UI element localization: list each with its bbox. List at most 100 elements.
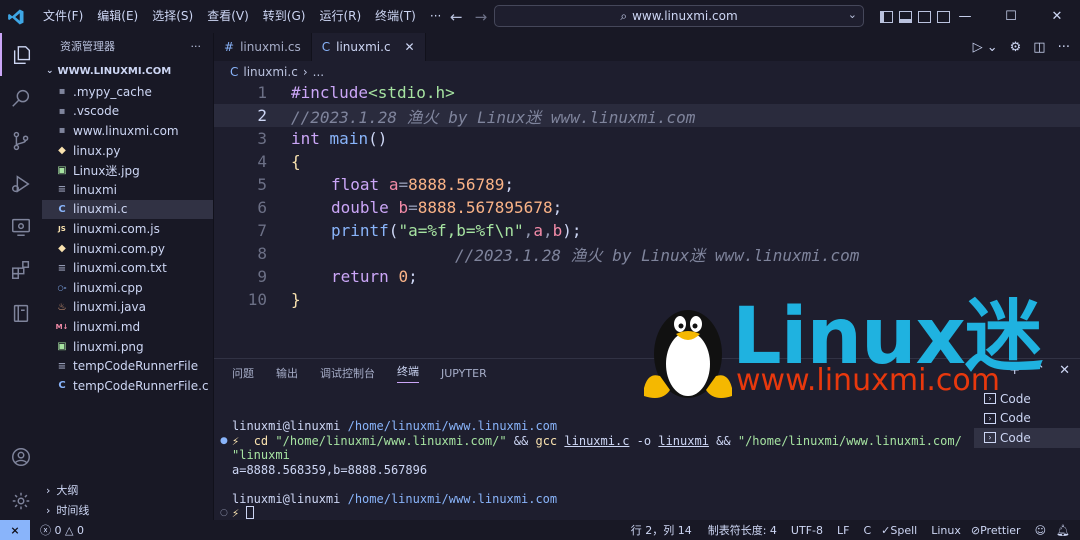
tab-terminal[interactable]: 终端: [397, 363, 419, 383]
terminal-user: linuxmi@linuxmi: [232, 491, 341, 506]
problems-status[interactable]: ⓧ 0 △ 0: [40, 522, 84, 538]
tab-size[interactable]: 制表符长度: 4: [708, 522, 777, 538]
split-editor-icon[interactable]: ◫: [1033, 40, 1045, 55]
menu-edit[interactable]: 编辑(E): [90, 0, 145, 33]
end-of-line[interactable]: LF: [837, 524, 849, 537]
code-token: (: [388, 221, 399, 240]
file-tree-item[interactable]: M↓ linuxmi.md: [42, 317, 213, 337]
tab-linuxmi-c[interactable]: C linuxmi.c ✕: [311, 33, 426, 61]
toggle-sidebar-icon[interactable]: [880, 10, 893, 23]
close-tab-icon[interactable]: ✕: [405, 40, 415, 54]
tab-problems[interactable]: 问题: [232, 365, 254, 381]
tab-linuxmi-cs[interactable]: # linuxmi.cs: [214, 33, 312, 61]
file-tree-item[interactable]: ◆ linux.py: [42, 141, 213, 161]
file-tree-item[interactable]: CtempCodeRunnerFile.c: [42, 376, 213, 396]
menu-go[interactable]: 转到(G): [256, 0, 313, 33]
menu-file[interactable]: 文件(F): [36, 0, 90, 33]
file-tree-item[interactable]: ○- linuxmi.cpp: [42, 278, 213, 298]
run-debug-icon[interactable]: [0, 162, 42, 205]
notifications-bell-icon[interactable]: 🔔︎: [1056, 524, 1070, 537]
linuxmi-watermark: Linux迷 www.linuxmi.com: [640, 292, 1080, 412]
code-token: }: [291, 290, 301, 309]
accounts-icon[interactable]: [0, 435, 42, 478]
spell-check[interactable]: ✓Spell: [881, 524, 917, 537]
terminal-cmd: gcc: [535, 433, 558, 448]
file-tree-item[interactable]: ▪ .vscode: [42, 102, 213, 122]
feedback-icon[interactable]: ☺: [1035, 524, 1046, 537]
more-actions-icon[interactable]: ···: [191, 40, 202, 53]
file-tree-item[interactable]: ▣ linuxmi.png: [42, 337, 213, 357]
file-tree-item[interactable]: JS linuxmi.com.js: [42, 219, 213, 239]
layout-controls: [880, 0, 950, 33]
code-line: 8 //2023.1.28 渔火 by Linux迷 www.linuxmi.co…: [214, 242, 1080, 265]
timeline-section[interactable]: › 时间线: [42, 500, 214, 520]
code-line: 3 int main(): [214, 127, 1080, 150]
terminal-list-item-active[interactable]: › Code: [974, 428, 1080, 448]
terminal-output[interactable]: linuxmi@linuxmi /home/linuxmi/www.linuxm…: [232, 419, 962, 521]
menu-selection[interactable]: 选择(S): [145, 0, 200, 33]
file-tree-item[interactable]: ▣ Linux迷.jpg: [42, 160, 213, 180]
code-line: 1 #include<stdio.h>: [214, 81, 1080, 104]
menu-view[interactable]: 查看(V): [200, 0, 256, 33]
breadcrumb-more[interactable]: ...: [313, 65, 324, 79]
prompt-bolt-icon: ⚡: [232, 506, 240, 520]
terminal-cmd: cd: [253, 433, 269, 448]
command-center-search[interactable]: ⌕ www.linuxmi.com ⌄: [494, 5, 864, 27]
command-status-dot-icon: ●: [220, 436, 228, 446]
terminal-icon: ›: [984, 412, 996, 424]
menu-run[interactable]: 运行(R): [312, 0, 368, 33]
chevron-right-icon: ›: [46, 503, 51, 517]
cursor-position[interactable]: 行 2，列 14: [631, 522, 692, 538]
notebook-icon[interactable]: [0, 291, 42, 334]
tab-jupyter[interactable]: JUPYTER: [441, 367, 487, 380]
warning-count: 0: [76, 524, 84, 537]
file-tree-item[interactable]: ≡ linuxmi: [42, 180, 213, 200]
run-code-icon[interactable]: ▷ ⌄: [973, 40, 998, 55]
file-tree-item[interactable]: Clinuxmi.c: [42, 199, 213, 220]
menu-terminal[interactable]: 终端(T): [368, 0, 423, 33]
tab-output[interactable]: 输出: [276, 365, 298, 381]
toggle-panel-icon[interactable]: [899, 10, 912, 23]
workspace-folder[interactable]: ⌄ WWW.LINUXMI.COM: [42, 60, 213, 82]
outline-section[interactable]: › 大纲: [42, 480, 214, 500]
remote-indicator-icon[interactable]: ⨯: [0, 520, 30, 540]
prettier-status[interactable]: ⊘Prettier: [971, 524, 1021, 537]
source-control-icon[interactable]: [0, 119, 42, 162]
back-arrow-icon[interactable]: ←: [450, 8, 463, 26]
file-tree-item[interactable]: ▪ www.linuxmi.com: [42, 121, 213, 141]
code-token: );: [562, 221, 582, 240]
menu-more[interactable]: ···: [423, 0, 448, 33]
extensions-icon[interactable]: [0, 248, 42, 291]
os-status[interactable]: Linux: [931, 524, 961, 537]
toggle-secondary-sidebar-icon[interactable]: [918, 10, 931, 23]
file-tree-label: .vscode: [73, 104, 120, 119]
forward-arrow-icon[interactable]: →: [475, 8, 488, 26]
maximize-icon[interactable]: ☐: [988, 0, 1034, 33]
line-number: 3: [257, 129, 267, 148]
settings-gear-icon[interactable]: ⚙: [1010, 40, 1022, 55]
language-mode[interactable]: C: [863, 524, 871, 537]
file-tree-item[interactable]: ▪ .mypy_cache: [42, 82, 213, 102]
tab-label: linuxmi.c: [336, 40, 391, 54]
file-icon: ≡: [57, 360, 67, 372]
tab-debug-console[interactable]: 调试控制台: [320, 365, 375, 381]
code-line: 7 printf("a=%f,b=%f\n",a,b);: [214, 219, 1080, 242]
explorer-icon[interactable]: [0, 33, 42, 76]
window-controls: — ☐ ✕: [942, 0, 1080, 33]
manage-gear-icon[interactable]: [0, 479, 42, 522]
search-sidebar-icon[interactable]: [0, 76, 42, 119]
file-tree-item[interactable]: ≡ tempCodeRunnerFile: [42, 356, 213, 376]
more-actions-icon[interactable]: ···: [1058, 40, 1070, 55]
close-window-icon[interactable]: ✕: [1034, 0, 1080, 33]
encoding[interactable]: UTF-8: [791, 524, 823, 537]
file-tree-item[interactable]: ≡ linuxmi.com.txt: [42, 258, 213, 278]
chevron-down-icon[interactable]: ⌄: [848, 8, 857, 21]
minimize-icon[interactable]: —: [942, 0, 988, 33]
title-bar: 文件(F) 编辑(E) 选择(S) 查看(V) 转到(G) 运行(R) 终端(T…: [0, 0, 1080, 33]
code-token: {: [291, 152, 301, 171]
terminal-cursor[interactable]: [246, 506, 255, 519]
remote-explorer-icon[interactable]: [0, 205, 42, 248]
breadcrumb-file[interactable]: linuxmi.c: [243, 65, 297, 79]
file-tree-item[interactable]: ◆ linuxmi.com.py: [42, 239, 213, 259]
file-tree-item[interactable]: ♨ linuxmi.java: [42, 298, 213, 318]
